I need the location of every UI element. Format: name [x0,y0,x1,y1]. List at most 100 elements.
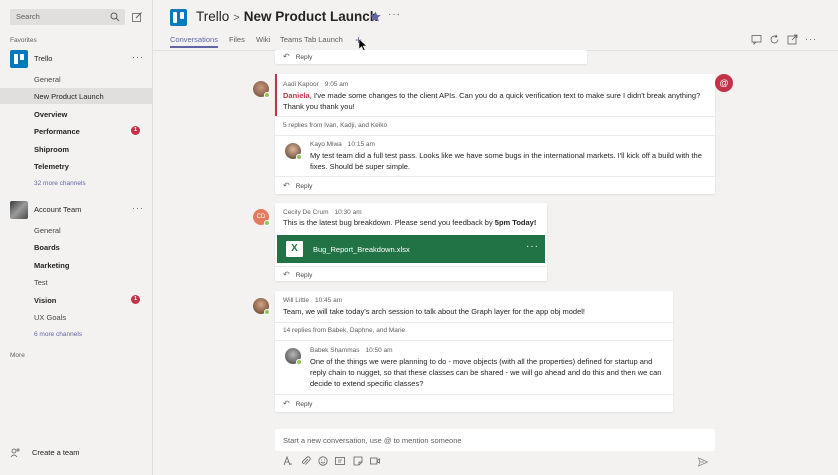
channel-ux-goals[interactable]: UX Goals [0,309,153,325]
channel-general[interactable]: General [0,71,153,87]
message-meta: Kayo Miwa 10:15 am [310,141,375,148]
mention-icon[interactable]: @ [715,74,733,92]
message-text: Team, we will take today's arch session … [283,307,586,316]
more-label[interactable]: More [10,352,25,359]
author-name: Cecily De Crum [283,209,329,216]
chat-icon[interactable] [751,34,762,45]
replies-summary[interactable]: 14 replies from Babek, Daphne, and Marie [283,327,405,334]
author-name: Babek Shammas [310,347,360,354]
avatar[interactable] [285,143,302,160]
breadcrumb: Trello > New Product Launch [196,9,378,24]
file-name: Bug_Report_Breakdown.xlsx [313,245,410,254]
star-icon[interactable] [370,11,381,22]
channel-boards[interactable]: Boards [0,239,153,255]
author-name: Kayo Miwa [310,141,342,148]
channel-general[interactable]: General [0,222,153,238]
channel-overview[interactable]: Overview [0,106,153,122]
timestamp: 10:50 am [365,347,393,354]
reply-icon: ↶ [283,270,290,279]
more-options-icon[interactable]: ··· [388,9,401,20]
reply-button[interactable]: ↶ Reply [283,399,312,408]
channel-vision[interactable]: Vision 1 [0,292,153,308]
channel-telemetry[interactable]: Telemetry [0,158,153,174]
divider [275,394,673,395]
message-text: One of the things we were planning to do… [310,357,662,388]
timestamp: 9:05 am [324,81,349,88]
more-options-icon[interactable]: ··· [132,203,144,213]
divider [275,322,673,323]
divider [275,340,673,341]
file-attachment[interactable]: X Bug_Report_Breakdown.xlsx ··· [277,235,545,263]
reply-button[interactable]: ↶ Reply [283,52,312,61]
popout-icon[interactable] [787,34,798,45]
attach-icon[interactable] [301,456,311,466]
avatar[interactable]: CD [253,209,270,226]
channel-performance[interactable]: Performance 1 [0,123,153,139]
team-trello[interactable]: Trello ··· [0,50,153,68]
create-team-button[interactable]: Create a team [10,448,80,458]
gif-icon[interactable] [335,456,345,466]
send-icon[interactable] [698,457,708,467]
tab-wiki[interactable]: Wiki [256,35,270,44]
presence-icon [296,154,302,160]
main-pane: Trello > New Product Launch ··· Conversati… [153,0,838,475]
composer-toolbar [283,455,713,468]
divider [275,176,715,177]
more-options-icon[interactable]: ··· [132,52,144,62]
reply-icon: ↶ [283,181,290,190]
channel-shiproom[interactable]: Shiproom [0,141,153,157]
tab-files[interactable]: Files [229,35,245,44]
channel-new-product-launch[interactable]: New Product Launch [0,88,153,104]
channel-test[interactable]: Test [0,274,153,290]
sidebar: Search Favorites Trello ··· General New … [0,0,153,475]
sticker-icon[interactable] [353,456,363,466]
format-icon[interactable] [283,455,293,466]
unread-badge: 1 [131,295,140,304]
refresh-icon[interactable] [769,34,780,45]
reply-button[interactable]: ↶ Reply [283,270,312,279]
replies-summary[interactable]: 5 replies from Ivan, Kadji, and Keiko [283,122,387,129]
thread-card-previous: ↶ Reply [275,50,587,64]
message-meta: Will Little 10:45 am [283,297,342,304]
search-input[interactable]: Search [10,9,125,25]
reply-icon: ↶ [283,399,290,408]
presence-icon [264,92,270,98]
reply-icon: ↶ [283,52,290,61]
author-name: Aadi Kapoor [283,81,319,88]
more-channels-link[interactable]: 32 more channels [34,180,86,187]
thread-card: Will Little 10:45 am Team, we will take t… [275,291,673,412]
video-meeting-icon[interactable] [370,456,380,466]
tab-teams-tab-launch[interactable]: Teams Tab Launch [280,35,343,44]
message-meta: Cecily De Crum 10:30 am [283,209,362,216]
message-text: My test team did a full test pass. Looks… [310,151,702,171]
team-avatar [10,201,28,219]
timestamp: 10:30 am [334,209,362,216]
avatar[interactable] [253,81,270,98]
team-name: Trello [34,54,53,63]
message-text: Daniela, I've made some changes to the c… [283,91,701,111]
search-placeholder: Search [16,12,40,21]
create-team-icon [10,448,20,458]
tab-conversations[interactable]: Conversations [170,35,218,48]
thread-card: Cecily De Crum 10:30 am This is the lates… [275,203,547,281]
avatar[interactable] [285,348,302,365]
excel-icon: X [286,241,303,257]
channel-marketing[interactable]: Marketing [0,257,153,273]
timestamp: 10:15 am [347,141,375,148]
team-account-team[interactable]: Account Team ··· [0,201,153,219]
reply-button[interactable]: ↶ Reply [283,181,312,190]
unread-badge: 1 [131,126,140,135]
team-name: Account Team [34,205,82,214]
avatar[interactable] [253,298,270,315]
thread-card: Aadi Kapoor 9:05 am Daniela, I've made so… [275,74,715,194]
more-options-icon[interactable]: ··· [805,34,816,45]
emoji-icon[interactable] [318,456,328,466]
header-actions: ··· [751,34,821,46]
message-text: This is the latest bug breakdown. Please… [283,218,537,227]
breadcrumb-team[interactable]: Trello [196,9,229,24]
new-conversation-input[interactable]: Start a new conversation, use @ to menti… [275,429,715,451]
more-options-icon[interactable]: ··· [526,241,539,252]
more-channels-link[interactable]: 6 more channels [34,331,82,338]
compose-icon[interactable] [132,12,142,22]
presence-icon [264,309,270,315]
